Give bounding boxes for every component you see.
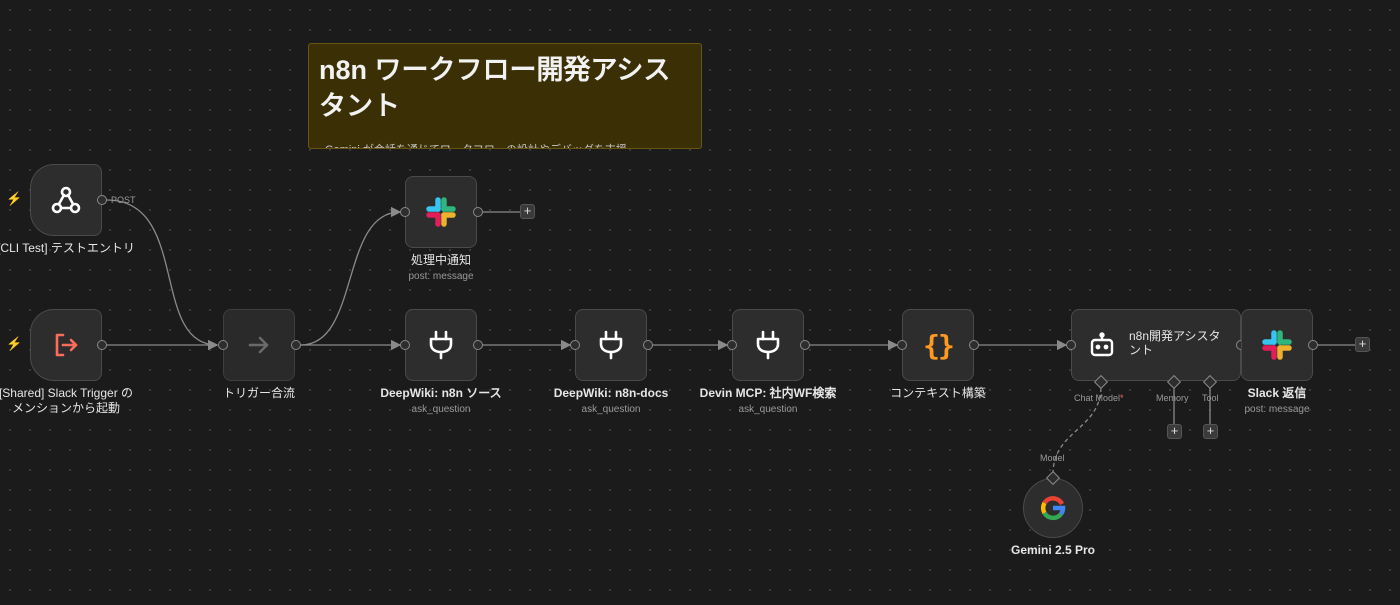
connection-cli-to-merge <box>106 199 219 351</box>
sticky-note[interactable]: n8n ワークフロー開発アシスタント Gemini が会話を通じてワークフローの… <box>308 43 702 149</box>
node-cli-test[interactable] <box>30 164 102 236</box>
plug-icon <box>756 330 780 360</box>
sign-out-arrow-icon <box>55 333 78 357</box>
required-marker: * <box>1120 393 1124 403</box>
agent-input-port[interactable] <box>1066 340 1076 350</box>
google-g-icon <box>1040 496 1066 521</box>
webhook-icon <box>51 186 81 214</box>
add-tool-button[interactable]: + <box>1203 424 1218 439</box>
node-slack-reply[interactable] <box>1241 309 1313 381</box>
notify-sublabel: post: message <box>408 271 474 282</box>
deepwiki-n8n-input-port[interactable] <box>400 340 410 350</box>
plug-icon <box>599 330 623 360</box>
slack-reply-label: Slack 返信 <box>1247 386 1307 400</box>
sticky-note-body: Gemini が会話を通じてワークフローの設計やデバッグを支援 <box>325 141 695 148</box>
notify-input-port[interactable] <box>400 207 410 217</box>
merge-input-port[interactable] <box>218 340 228 350</box>
deepwiki-docs-sublabel: ask_question <box>581 404 641 415</box>
slack-trigger-label-line1: [Shared] Slack Trigger の <box>0 386 134 400</box>
node-slack-trigger[interactable] <box>30 309 102 381</box>
node-devin-mcp[interactable] <box>732 309 804 381</box>
node-merge[interactable] <box>223 309 295 381</box>
cli-test-label: [CLI Test] テストエントリ <box>0 241 135 255</box>
model-port-label: Model <box>1040 453 1065 463</box>
merge-output-port[interactable] <box>291 340 301 350</box>
deepwiki-n8n-label: DeepWiki: n8n ソース <box>380 386 502 400</box>
cli-test-output-label: POST <box>111 195 136 205</box>
add-node-button[interactable]: + <box>1355 337 1370 352</box>
context-input-port[interactable] <box>897 340 907 350</box>
slack-icon <box>426 197 456 227</box>
slack-reply-output-port[interactable] <box>1308 340 1318 350</box>
deepwiki-docs-label: DeepWiki: n8n-docs <box>553 386 669 400</box>
memory-port-label: Memory <box>1156 393 1189 403</box>
node-deepwiki-n8n[interactable] <box>405 309 477 381</box>
ai-agent-title: n8n開発アシスタント <box>1129 329 1221 357</box>
gemini-label: Gemini 2.5 Pro <box>1010 543 1096 557</box>
sticky-note-title: n8n ワークフロー開発アシスタント <box>319 55 671 121</box>
devin-mcp-output-port[interactable] <box>800 340 810 350</box>
deepwiki-docs-input-port[interactable] <box>570 340 580 350</box>
add-node-button[interactable]: + <box>520 204 535 219</box>
devin-mcp-input-port[interactable] <box>727 340 737 350</box>
node-deepwiki-docs[interactable] <box>575 309 647 381</box>
plug-icon <box>429 330 453 360</box>
notify-label: 処理中通知 <box>410 253 472 267</box>
cli-test-output-port[interactable] <box>97 195 107 205</box>
trigger-bolt-icon: ⚡ <box>6 191 23 206</box>
slack-trigger-label-line2: メンションから起動 <box>11 401 120 415</box>
deepwiki-n8n-sublabel: ask_question <box>411 404 471 415</box>
notify-output-port[interactable] <box>473 207 483 217</box>
node-gemini-model[interactable] <box>1023 478 1083 538</box>
node-processing-notify[interactable] <box>405 176 477 248</box>
chat-model-text: Chat Model <box>1074 393 1121 403</box>
context-label: コンテキスト構築 <box>890 386 986 400</box>
merge-label: トリガー合流 <box>222 386 296 400</box>
context-output-port[interactable] <box>969 340 979 350</box>
deepwiki-n8n-output-port[interactable] <box>473 340 483 350</box>
devin-mcp-sublabel: ask_question <box>738 404 798 415</box>
trigger-bolt-icon: ⚡ <box>6 336 23 351</box>
devin-mcp-label: Devin MCP: 社内WF検索 <box>699 386 837 400</box>
connection-merge-to-notify <box>300 206 402 346</box>
curly-braces-icon: {} <box>923 328 955 362</box>
robot-icon <box>1090 332 1114 357</box>
slack-trigger-output-port[interactable] <box>97 340 107 350</box>
slack-icon <box>1262 330 1292 360</box>
slack-reply-sublabel: post: message <box>1244 404 1310 415</box>
arrow-right-icon <box>248 336 269 354</box>
tool-port-label: Tool <box>1202 393 1219 403</box>
node-context-build[interactable]: {} <box>902 309 974 381</box>
deepwiki-docs-output-port[interactable] <box>643 340 653 350</box>
chat-model-port-label: Chat Model* <box>1074 393 1124 403</box>
slack-trigger-label: [Shared] Slack Trigger の メンションから起動 <box>0 386 133 416</box>
add-memory-button[interactable]: + <box>1167 424 1182 439</box>
